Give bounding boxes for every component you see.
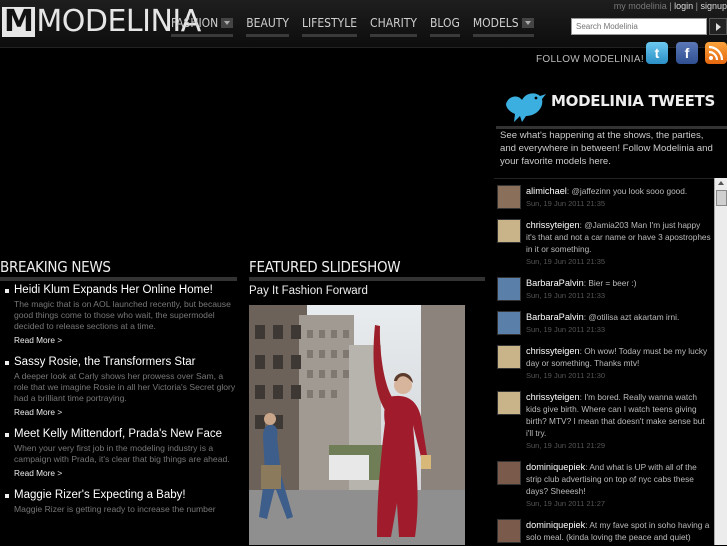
tweet-user[interactable]: chrissyteigen: [526, 346, 580, 356]
slideshow-photo[interactable]: [249, 305, 465, 545]
scrollbar-thumb[interactable]: [716, 190, 727, 206]
news-item: Heidi Klum Expands Her Online Home! The m…: [0, 284, 236, 345]
news-teaser: A deeper look at Carly shows her prowess…: [14, 371, 236, 403]
avatar[interactable]: [497, 185, 521, 209]
read-more-link[interactable]: Read More >: [14, 468, 236, 478]
tweet-item: dominiquepiek: At my fave spot in soho h…: [494, 513, 714, 546]
tweets-intro: See what's happening at the shows, the p…: [500, 130, 713, 167]
tweet-time: Sun, 19 Jun 2011 21:30: [526, 371, 606, 380]
my-modelinia-link[interactable]: my modelinia: [614, 1, 667, 11]
avatar[interactable]: [497, 311, 521, 335]
tweet-user[interactable]: chrissyteigen: [526, 220, 580, 230]
tweet-time: Sun, 19 Jun 2011 21:33: [526, 325, 606, 334]
twitter-bird-icon: [506, 93, 546, 122]
tweet-feed-scrollbar[interactable]: [714, 178, 727, 545]
tweet-user[interactable]: alimichael: [526, 186, 567, 196]
tweet-user[interactable]: dominiquepiek: [526, 462, 585, 472]
chevron-down-icon[interactable]: [521, 18, 534, 28]
avatar[interactable]: [497, 345, 521, 369]
nav-charity-label: CHARITY: [370, 16, 417, 30]
news-headline[interactable]: Meet Kelly Mittendorf, Prada's New Face: [14, 428, 236, 440]
tweet-user[interactable]: BarbaraPalvin: [526, 312, 584, 322]
signup-link[interactable]: signup: [700, 1, 727, 11]
nav-models[interactable]: MODELS: [472, 16, 534, 37]
nav-blog-label: BLOG: [429, 16, 460, 30]
rss-icon[interactable]: [705, 42, 727, 64]
read-more-link[interactable]: Read More >: [14, 335, 236, 345]
news-item: Meet Kelly Mittendorf, Prada's New Face W…: [0, 428, 236, 478]
tweet-item: BarbaraPalvin: @otilisa azt akartam irni…: [494, 305, 714, 339]
search-input[interactable]: [571, 18, 707, 35]
account-links: my modelinia | login | signup: [613, 1, 727, 11]
nav-blog[interactable]: BLOG: [429, 16, 460, 37]
breaking-news-list: Heidi Klum Expands Her Online Home! The m…: [0, 284, 236, 526]
news-headline[interactable]: Heidi Klum Expands Her Online Home!: [14, 284, 236, 296]
tweet-time: Sun, 19 Jun 2011 21:27: [526, 499, 606, 508]
tweets-header: MODELINIA TWEETS: [496, 86, 727, 129]
chevron-down-icon[interactable]: [221, 18, 234, 28]
login-link[interactable]: login: [674, 1, 693, 11]
news-teaser: The magic that is on AOL launched recent…: [14, 299, 231, 331]
tweet-user[interactable]: BarbaraPalvin: [526, 278, 584, 288]
nav-fashion[interactable]: FASHION: [171, 16, 234, 37]
nav-charity[interactable]: CHARITY: [370, 16, 417, 37]
nav-lifestyle[interactable]: LIFESTYLE: [301, 16, 358, 37]
news-item: Sassy Rosie, the Transformers Star A deep…: [0, 356, 236, 417]
tweet-user[interactable]: chrissyteigen: [526, 392, 580, 402]
top-bar: M MODELINIA FASHION BEAUTY LIFESTYLE CHAR…: [0, 0, 727, 48]
avatar[interactable]: [497, 461, 521, 485]
avatar[interactable]: [497, 519, 521, 543]
nav-models-label: MODELS: [472, 16, 519, 30]
breaking-news-title: BREAKING NEWS: [0, 258, 237, 281]
news-teaser: Maggie Rizer is getting ready to increas…: [14, 504, 216, 514]
tweet-item: chrissyteigen: I'm bored. Really wanna w…: [494, 385, 714, 455]
news-teaser: When your very first job in the modeling…: [14, 443, 230, 464]
twitter-icon[interactable]: t: [646, 42, 668, 64]
tweet-text: : @otilisa azt akartam irni.: [583, 312, 680, 322]
follow-label: FOLLOW MODELINIA!: [536, 54, 644, 65]
read-more-link[interactable]: Read More >: [14, 407, 236, 417]
tweet-time: Sun, 19 Jun 2011 21:35: [526, 257, 606, 266]
tweet-user[interactable]: dominiquepiek: [526, 520, 585, 530]
avatar[interactable]: [497, 391, 521, 415]
tweet-text: : Bier = beer :): [583, 278, 637, 288]
tweet-text: : @jaffezinn you look sooo good.: [566, 186, 688, 196]
tweet-item: BarbaraPalvin: Bier = beer :) Sun, 19 Jun…: [494, 271, 714, 305]
tweet-item: chrissyteigen: @Jamia203 Man I'm just ha…: [494, 213, 714, 271]
tweet-time: Sun, 19 Jun 2011 21:35: [526, 199, 606, 208]
nav-beauty[interactable]: BEAUTY: [246, 16, 289, 37]
search-button[interactable]: [709, 18, 727, 35]
nav-fashion-label: FASHION: [171, 16, 219, 30]
tweet-item: alimichael: @jaffezinn you look sooo goo…: [494, 179, 714, 213]
news-headline[interactable]: Maggie Rizer's Expecting a Baby!: [14, 489, 236, 501]
tweet-time: Sun, 19 Jun 2011 21:33: [526, 291, 606, 300]
tweet-item: dominiquepiek: And what is UP with all o…: [494, 455, 714, 513]
tweets-title: MODELINIA TWEETS: [551, 92, 715, 110]
nav-lifestyle-label: LIFESTYLE: [301, 16, 358, 30]
nav-beauty-label: BEAUTY: [246, 16, 289, 30]
main-nav: FASHION BEAUTY LIFESTYLE CHARITY BLOG MO…: [171, 16, 547, 37]
tweet-time: Sun, 19 Jun 2011 21:29: [526, 441, 606, 450]
avatar[interactable]: [497, 219, 521, 243]
tweet-item: chrissyteigen: Oh wow! Today must be my …: [494, 339, 714, 385]
facebook-icon[interactable]: f: [676, 42, 698, 64]
slideshow-headline[interactable]: Pay It Fashion Forward: [249, 285, 368, 297]
news-item: Maggie Rizer's Expecting a Baby! Maggie R…: [0, 489, 236, 515]
logo-mark: M: [2, 4, 36, 39]
avatar[interactable]: [497, 277, 521, 301]
scroll-up-icon[interactable]: [718, 181, 724, 185]
tweet-feed[interactable]: alimichael: @jaffezinn you look sooo goo…: [494, 178, 714, 546]
featured-slideshow-title: FEATURED SLIDESHOW: [249, 258, 485, 281]
news-headline[interactable]: Sassy Rosie, the Transformers Star: [14, 356, 236, 368]
